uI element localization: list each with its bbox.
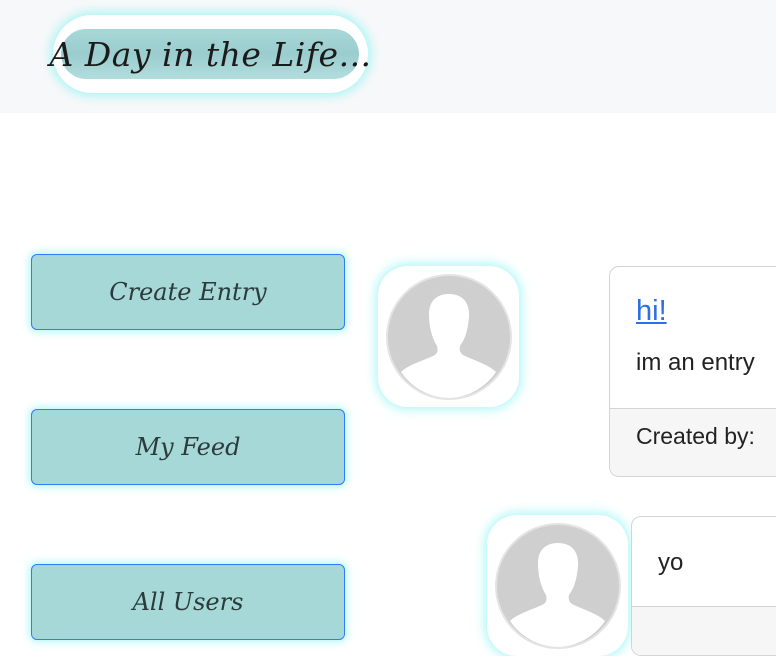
default-user-avatar-icon	[385, 273, 512, 400]
header-bar: A Day in the Life...	[0, 0, 776, 113]
entry-footer	[632, 606, 776, 655]
default-user-avatar-icon	[494, 522, 621, 649]
create-entry-button[interactable]: Create Entry	[31, 254, 345, 330]
entry-body-text: yo	[658, 549, 684, 576]
create-entry-label: Create Entry	[109, 278, 267, 306]
all-users-label: All Users	[132, 588, 244, 616]
entry-body-text: im an entry	[636, 349, 755, 376]
my-feed-label: My Feed	[135, 433, 241, 461]
all-users-button[interactable]: All Users	[31, 564, 345, 640]
entry-title-link[interactable]: hi!	[636, 295, 667, 328]
entry-created-by: Created by:	[636, 423, 755, 449]
entry-footer: Created by:	[610, 408, 776, 476]
entry-author-avatar[interactable]	[378, 266, 519, 407]
entry-author-avatar[interactable]	[487, 515, 628, 656]
logo-text: A Day in the Life...	[49, 34, 372, 74]
entry-card: hi! im an entry Created by:	[609, 266, 776, 477]
my-feed-button[interactable]: My Feed	[31, 409, 345, 485]
site-logo[interactable]: A Day in the Life...	[49, 15, 371, 93]
entry-card: yo	[631, 516, 776, 656]
